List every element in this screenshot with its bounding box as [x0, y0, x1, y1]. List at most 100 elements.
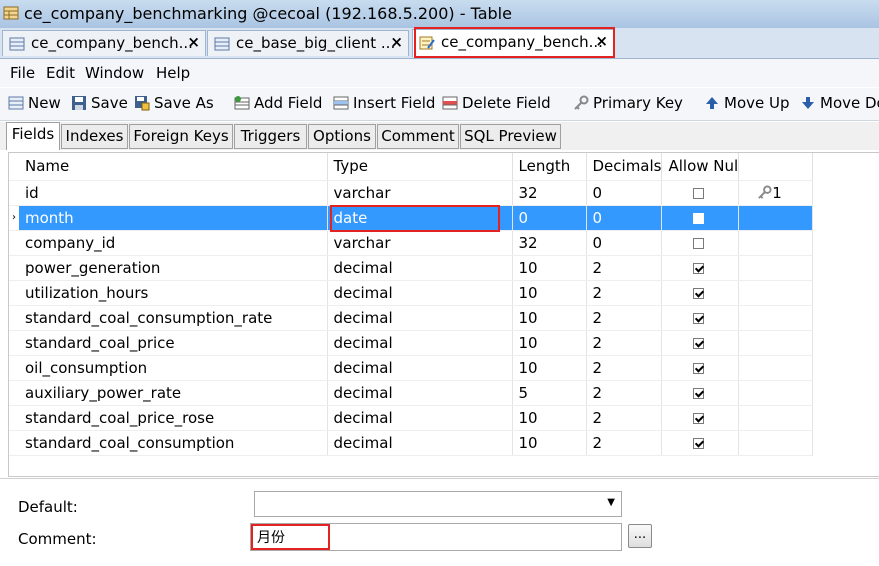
allow-null-checkbox[interactable] [693, 287, 705, 299]
cell-decimals[interactable]: 2 [586, 305, 663, 331]
tab-comment[interactable]: Comment [377, 124, 459, 149]
menu-help[interactable]: Help [156, 64, 190, 82]
cell-decimals[interactable]: 0 [586, 230, 663, 256]
cell-length[interactable]: 10 [512, 255, 587, 281]
cell-type[interactable]: varchar [327, 230, 513, 256]
chevron-down-icon[interactable]: ▼ [607, 497, 615, 508]
tab-ce-company-benchmarking-1[interactable]: ce_company_bench... × [2, 30, 206, 56]
table-row[interactable]: oil_consumption decimal 10 2 [9, 355, 814, 381]
cell-decimals[interactable]: 0 [586, 205, 663, 231]
table-row[interactable]: auxiliary_power_rate decimal 5 2 [9, 380, 814, 406]
cell-type[interactable]: decimal [327, 380, 513, 406]
move-down-button[interactable]: Move Do [800, 94, 879, 112]
insert-field-button[interactable]: Insert Field [333, 94, 435, 112]
menu-window[interactable]: Window [85, 64, 144, 82]
cell-decimals[interactable]: 2 [586, 280, 663, 306]
cell-decimals[interactable]: 0 [586, 180, 663, 206]
cell-name[interactable]: company_id [19, 230, 328, 256]
default-combo[interactable]: ▼ [254, 491, 622, 517]
add-field-button[interactable]: Add Field [234, 94, 322, 112]
cell-length[interactable]: 10 [512, 355, 587, 381]
cell-length[interactable]: 10 [512, 305, 587, 331]
cell-name[interactable]: power_generation [19, 255, 328, 281]
allow-null-checkbox[interactable] [693, 362, 705, 374]
tab-fields[interactable]: Fields [6, 122, 60, 150]
column-header-allow-null[interactable]: Allow Nul [661, 153, 740, 181]
table-row[interactable]: standard_coal_price_rose decimal 10 2 [9, 405, 814, 431]
allow-null-checkbox[interactable] [693, 412, 705, 424]
table-row[interactable]: › month date 0 0 [9, 205, 814, 231]
tab-ce-company-benchmarking-active[interactable]: ce_company_bench... × [412, 29, 614, 57]
cell-length[interactable]: 32 [512, 180, 587, 206]
allow-null-checkbox[interactable] [693, 387, 705, 399]
cell-type[interactable]: decimal [327, 405, 513, 431]
column-header-key[interactable] [738, 153, 814, 181]
cell-name[interactable]: id [19, 180, 328, 206]
cell-name[interactable]: standard_coal_price_rose [19, 405, 328, 431]
allow-null-checkbox[interactable] [693, 337, 705, 349]
new-button[interactable]: New [8, 94, 61, 112]
save-button[interactable]: Save [71, 94, 128, 112]
close-icon[interactable]: × [595, 32, 608, 50]
cell-name[interactable]: standard_coal_price [19, 330, 328, 356]
allow-null-checkbox[interactable] [693, 187, 705, 199]
cell-name[interactable]: standard_coal_consumption_rate [19, 305, 328, 331]
allow-null-checkbox[interactable] [693, 437, 705, 449]
cell-type[interactable]: decimal [327, 355, 513, 381]
allow-null-checkbox[interactable] [693, 237, 705, 249]
cell-type[interactable]: decimal [327, 430, 513, 456]
cell-name[interactable]: oil_consumption [19, 355, 328, 381]
tab-options[interactable]: Options [308, 124, 376, 149]
column-header-decimals[interactable]: Decimals [586, 153, 663, 181]
cell-length[interactable]: 10 [512, 280, 587, 306]
column-header-type[interactable]: Type [327, 153, 513, 181]
cell-decimals[interactable]: 2 [586, 405, 663, 431]
cell-length[interactable]: 0 [512, 205, 587, 231]
tab-triggers[interactable]: Triggers [234, 124, 307, 149]
cell-name[interactable]: utilization_hours [19, 280, 328, 306]
cell-decimals[interactable]: 2 [586, 430, 663, 456]
primary-key-button[interactable]: Primary Key [573, 94, 683, 112]
close-icon[interactable]: × [390, 33, 403, 51]
cell-type[interactable]: decimal [327, 280, 513, 306]
menu-file[interactable]: File [10, 64, 35, 82]
cell-length[interactable]: 5 [512, 380, 587, 406]
table-row[interactable]: standard_coal_consumption_rate decimal 10 2 [9, 305, 814, 331]
table-row[interactable]: power_generation decimal 10 2 [9, 255, 814, 281]
cell-decimals[interactable]: 2 [586, 255, 663, 281]
tab-ce-base-big-client[interactable]: ce_base_big_client ... × [207, 30, 409, 56]
comment-browse-button[interactable]: ... [628, 524, 652, 548]
tab-indexes[interactable]: Indexes [61, 124, 128, 149]
cell-type[interactable]: decimal [327, 330, 513, 356]
delete-field-button[interactable]: Delete Field [442, 94, 551, 112]
move-up-button[interactable]: Move Up [704, 94, 790, 112]
cell-type[interactable]: decimal [327, 305, 513, 331]
close-icon[interactable]: × [187, 33, 200, 51]
allow-null-checkbox[interactable] [693, 312, 705, 324]
tab-sql-preview[interactable]: SQL Preview [460, 124, 561, 149]
allow-null-checkbox[interactable] [693, 212, 705, 224]
cell-type[interactable]: date [327, 205, 513, 231]
table-row[interactable]: id varchar 32 0 1 [9, 180, 814, 206]
cell-type[interactable]: decimal [327, 255, 513, 281]
tab-foreign-keys[interactable]: Foreign Keys [129, 124, 233, 149]
column-header-length[interactable]: Length [512, 153, 587, 181]
cell-decimals[interactable]: 2 [586, 380, 663, 406]
cell-name[interactable]: month [19, 205, 328, 231]
cell-length[interactable]: 32 [512, 230, 587, 256]
save-as-button[interactable]: Save As [134, 94, 214, 112]
cell-decimals[interactable]: 2 [586, 330, 663, 356]
table-row[interactable]: company_id varchar 32 0 [9, 230, 814, 256]
cell-name[interactable]: auxiliary_power_rate [19, 380, 328, 406]
cell-type[interactable]: varchar [327, 180, 513, 206]
column-header-name[interactable]: Name [19, 153, 328, 181]
table-row[interactable]: standard_coal_consumption decimal 10 2 [9, 430, 814, 456]
comment-input[interactable]: 月份 [250, 523, 622, 551]
allow-null-checkbox[interactable] [693, 262, 705, 274]
table-row[interactable]: standard_coal_price decimal 10 2 [9, 330, 814, 356]
cell-length[interactable]: 10 [512, 405, 587, 431]
cell-decimals[interactable]: 2 [586, 355, 663, 381]
cell-length[interactable]: 10 [512, 430, 587, 456]
table-row[interactable]: utilization_hours decimal 10 2 [9, 280, 814, 306]
menu-edit[interactable]: Edit [46, 64, 75, 82]
